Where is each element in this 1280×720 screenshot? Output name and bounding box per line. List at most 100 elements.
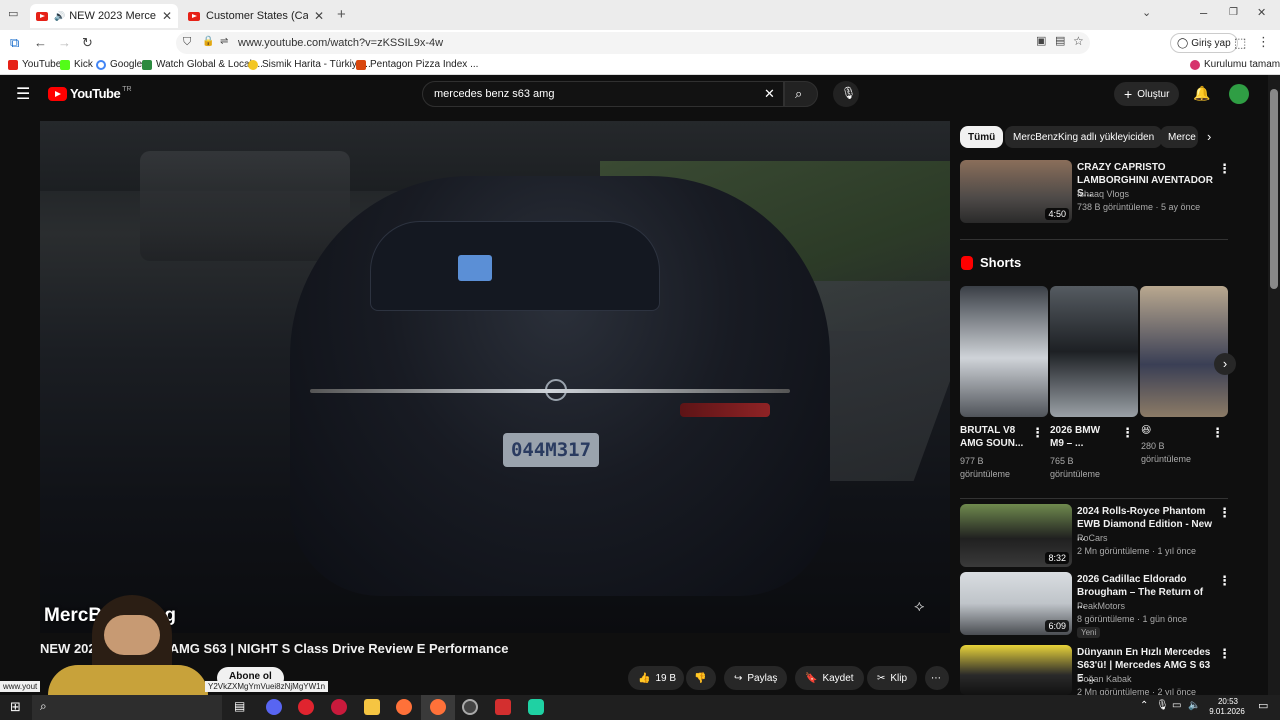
restore-icon[interactable]: ❐ [1229,8,1238,18]
minimize-icon[interactable]: – [1200,6,1207,19]
voice-search-button[interactable]: 🎙 [833,81,859,107]
search-button[interactable]: ⌕ [784,81,818,107]
signin-button[interactable]: ◯ Giriş yap [1170,33,1238,53]
bookmark-sismik[interactable]: Sismik Harita - Türkiye... [248,59,371,70]
sidebar-toggle-icon[interactable]: ⧉ [10,36,19,49]
close-window-icon[interactable]: ✕ [1257,8,1266,19]
hamburger-menu-icon[interactable]: ☰ [16,87,30,103]
bookmark-watch[interactable]: Watch Global & Local ... [142,59,263,70]
lock-icon[interactable]: 🔒 [202,37,214,47]
chip-all[interactable]: Tümü [960,126,1004,148]
bookmark-star-icon[interactable]: ☆ [1073,35,1084,47]
tab-inactive[interactable]: Customer States (Car Owners G ✕ [182,4,330,28]
chip-mercedes[interactable]: Merce [1160,126,1198,148]
more-options-icon[interactable]: ⋮ [1218,161,1231,177]
opera-icon[interactable] [298,699,314,715]
share-icon: ↪ [734,672,743,684]
short-title[interactable]: 2026 BMW M9 – ... [1050,424,1112,450]
valorant-icon[interactable] [495,699,511,715]
short-title[interactable]: BRUTAL V8 AMG SOUN... [960,424,1030,450]
clip-button[interactable]: ✂ Klip [867,666,918,690]
page-scrollbar[interactable] [1268,75,1280,695]
address-bar[interactable]: ⛉ 🔒 ⇌ www.youtube.com/watch?v=zKSSIL9x-4… [176,32,1090,54]
back-icon[interactable]: ← [34,36,47,49]
new-tab-button[interactable]: + [337,7,346,22]
more-options-icon[interactable]: ⋮ [1218,646,1231,662]
windows-start-icon[interactable]: ⊞ [10,700,21,713]
firefox-icon[interactable] [396,699,412,715]
scrollbar-thumb[interactable] [1270,89,1278,289]
tab-list-icon[interactable]: ⌄ [1142,8,1151,19]
shield-icon[interactable]: ⛉ [183,37,191,48]
taskbar-search-box[interactable]: ⌕ [32,695,222,720]
recommendation-channel[interactable]: Doğan Kabak [1077,673,1132,686]
search-query[interactable]: mercedes benz s63 amg [434,88,554,100]
recommendation-thumbnail[interactable]: 6:09 [960,572,1072,635]
recommendation-channel[interactable]: Ishaaq Vlogs [1077,188,1129,201]
short-thumbnail[interactable] [960,286,1048,417]
taskbar-active-app[interactable] [421,695,455,720]
bookmark-google[interactable]: Google [96,59,142,70]
forward-icon[interactable]: → [58,36,71,49]
close-tab-icon[interactable]: ✕ [162,9,172,23]
more-actions-button[interactable]: ⋯ [925,666,949,690]
notification-center-icon[interactable]: ▭ [1258,701,1268,712]
notifications-bell-icon[interactable]: 🔔 [1193,86,1210,100]
more-options-icon[interactable]: ⋮ [1211,425,1224,441]
task-view-icon[interactable]: ▤ [234,700,245,712]
more-options-icon[interactable]: ⋮ [1031,425,1044,441]
clear-search-icon[interactable]: ✕ [764,87,775,100]
chevron-up-icon[interactable]: ⌃ [1140,701,1148,711]
chevron-right-icon[interactable]: › [1207,130,1211,143]
file-explorer-icon[interactable] [364,699,380,715]
volume-icon[interactable]: 🔈 [1188,701,1200,711]
bookmark-youtube[interactable]: YouTube [8,59,61,70]
extension-setup[interactable]: Kurulumu tamamla [1190,59,1280,70]
discord-icon[interactable] [266,699,282,715]
overlay-face [104,615,160,655]
short-title[interactable]: 😆 [1141,424,1201,437]
create-button[interactable]: + Oluştur [1114,82,1180,106]
avatar[interactable] [1229,84,1249,104]
share-button[interactable]: ↪ Paylaş [724,666,788,690]
youtube-logo[interactable]: YouTube TR [48,86,132,101]
recommendation-thumbnail[interactable]: 8:32 [960,504,1072,567]
miniplayer-icon[interactable]: ⟡ [914,599,925,615]
save-button[interactable]: 🔖 Kaydet [795,666,864,690]
close-tab-icon[interactable]: ✕ [314,9,324,23]
page-info-icon[interactable]: ⇌ [220,37,228,47]
recommendation-thumbnail[interactable]: 4:50 [960,160,1072,223]
short-thumbnail[interactable] [1140,286,1228,417]
reader-icon[interactable]: ▤ [1055,36,1065,47]
opera-gx-icon[interactable] [331,699,347,715]
chat-app-icon[interactable] [528,699,544,715]
pip-icon[interactable]: ▣ [1036,36,1046,47]
extensions-icon[interactable]: ⬚ [1234,36,1246,49]
steam-icon[interactable] [462,699,478,715]
short-views: 765 B [1050,456,1074,466]
dislike-button[interactable]: 👎 [686,666,716,690]
more-options-icon[interactable]: ⋮ [1218,505,1231,521]
short-thumbnail[interactable] [1050,286,1138,417]
network-icon[interactable]: ▭ [1172,701,1181,711]
clock-date[interactable]: 9.01.2026 [1204,707,1250,716]
chip-uploader[interactable]: MercBenzKing adlı yükleyiciden [1005,126,1163,148]
bookmark-kick[interactable]: Kick [60,59,93,70]
tab-actions-icon[interactable]: ▭ [8,9,18,20]
recommendation-channel[interactable]: PeakMotors [1077,600,1125,613]
recommendation-thumbnail[interactable] [960,645,1072,695]
bookmark-pentagon[interactable]: Pentagon Pizza Index ... [356,59,478,70]
clock-time[interactable]: 20:53 [1208,697,1248,706]
recommendation-channel[interactable]: RoCars [1077,532,1108,545]
tab-active[interactable]: 🔊 NEW 2023 Mercedes AMG ✕ [30,4,178,28]
more-options-icon[interactable]: ⋮ [1121,425,1134,441]
menu-icon[interactable]: ⋮ [1257,35,1270,48]
search-input[interactable]: mercedes benz s63 amg ✕ [422,81,784,107]
microphone-tray-icon[interactable]: 🎙 [1156,701,1169,711]
like-button[interactable]: 👍 19 B [628,666,684,690]
more-options-icon[interactable]: ⋮ [1218,573,1231,589]
reload-icon[interactable]: ↻ [82,36,93,49]
video-player[interactable]: 044M317 ⟡ MercBenzKing [40,121,950,633]
url-text[interactable]: www.youtube.com/watch?v=zKSSIL9x-4w [238,37,443,49]
shorts-next-button[interactable]: › [1214,353,1236,375]
